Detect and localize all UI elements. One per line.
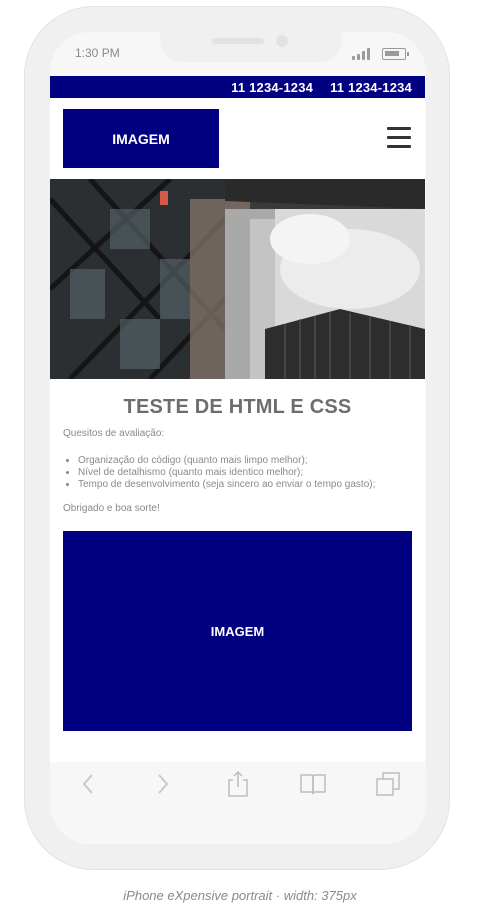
phone-speaker xyxy=(212,38,264,44)
main-content: TESTE DE HTML E CSS Quesitos de avaliaçã… xyxy=(50,396,425,731)
hero-image xyxy=(50,179,425,379)
list-item: Organização do código (quanto mais limpo… xyxy=(78,455,412,467)
page-title: TESTE DE HTML E CSS xyxy=(123,396,352,418)
list-item: Tempo de desenvolvimento (seja sincero a… xyxy=(78,479,412,491)
tabs-icon[interactable] xyxy=(368,764,408,804)
browser-toolbar xyxy=(50,762,425,806)
criteria-intro: Quesitos de avaliação: xyxy=(63,428,165,439)
status-time: 1:30 PM xyxy=(75,46,120,60)
forward-arrow-icon[interactable] xyxy=(143,764,183,804)
image-placeholder: IMAGEM xyxy=(63,531,412,731)
battery-icon xyxy=(382,48,409,60)
criteria-list: Organização do código (quanto mais limpo… xyxy=(63,455,412,491)
phone-number: 11 1234-1234 xyxy=(231,79,314,95)
hero-buildings-illustration xyxy=(50,179,425,379)
list-item: Nível de detalhismo (quanto mais identic… xyxy=(78,467,412,479)
phone-camera xyxy=(276,35,288,47)
device-caption: iPhone eXpensive portrait · width: 375px xyxy=(123,888,357,903)
phone-notch xyxy=(160,26,342,62)
share-icon[interactable] xyxy=(218,764,258,804)
web-viewport: 11 1234-1234 11 1234-1234 IMAGEM TESTE D… xyxy=(50,76,425,762)
back-arrow-icon[interactable] xyxy=(68,764,108,804)
hamburger-menu-icon[interactable] xyxy=(387,127,411,149)
bookmarks-icon[interactable] xyxy=(293,764,333,804)
thanks-text: Obrigado e boa sorte! xyxy=(63,503,160,514)
signal-icon xyxy=(352,48,374,60)
contact-bar: 11 1234-1234 11 1234-1234 xyxy=(50,76,425,98)
logo-placeholder[interactable]: IMAGEM xyxy=(63,109,219,168)
phone-number: 11 1234-1234 xyxy=(330,79,412,95)
site-header: IMAGEM xyxy=(50,98,425,179)
